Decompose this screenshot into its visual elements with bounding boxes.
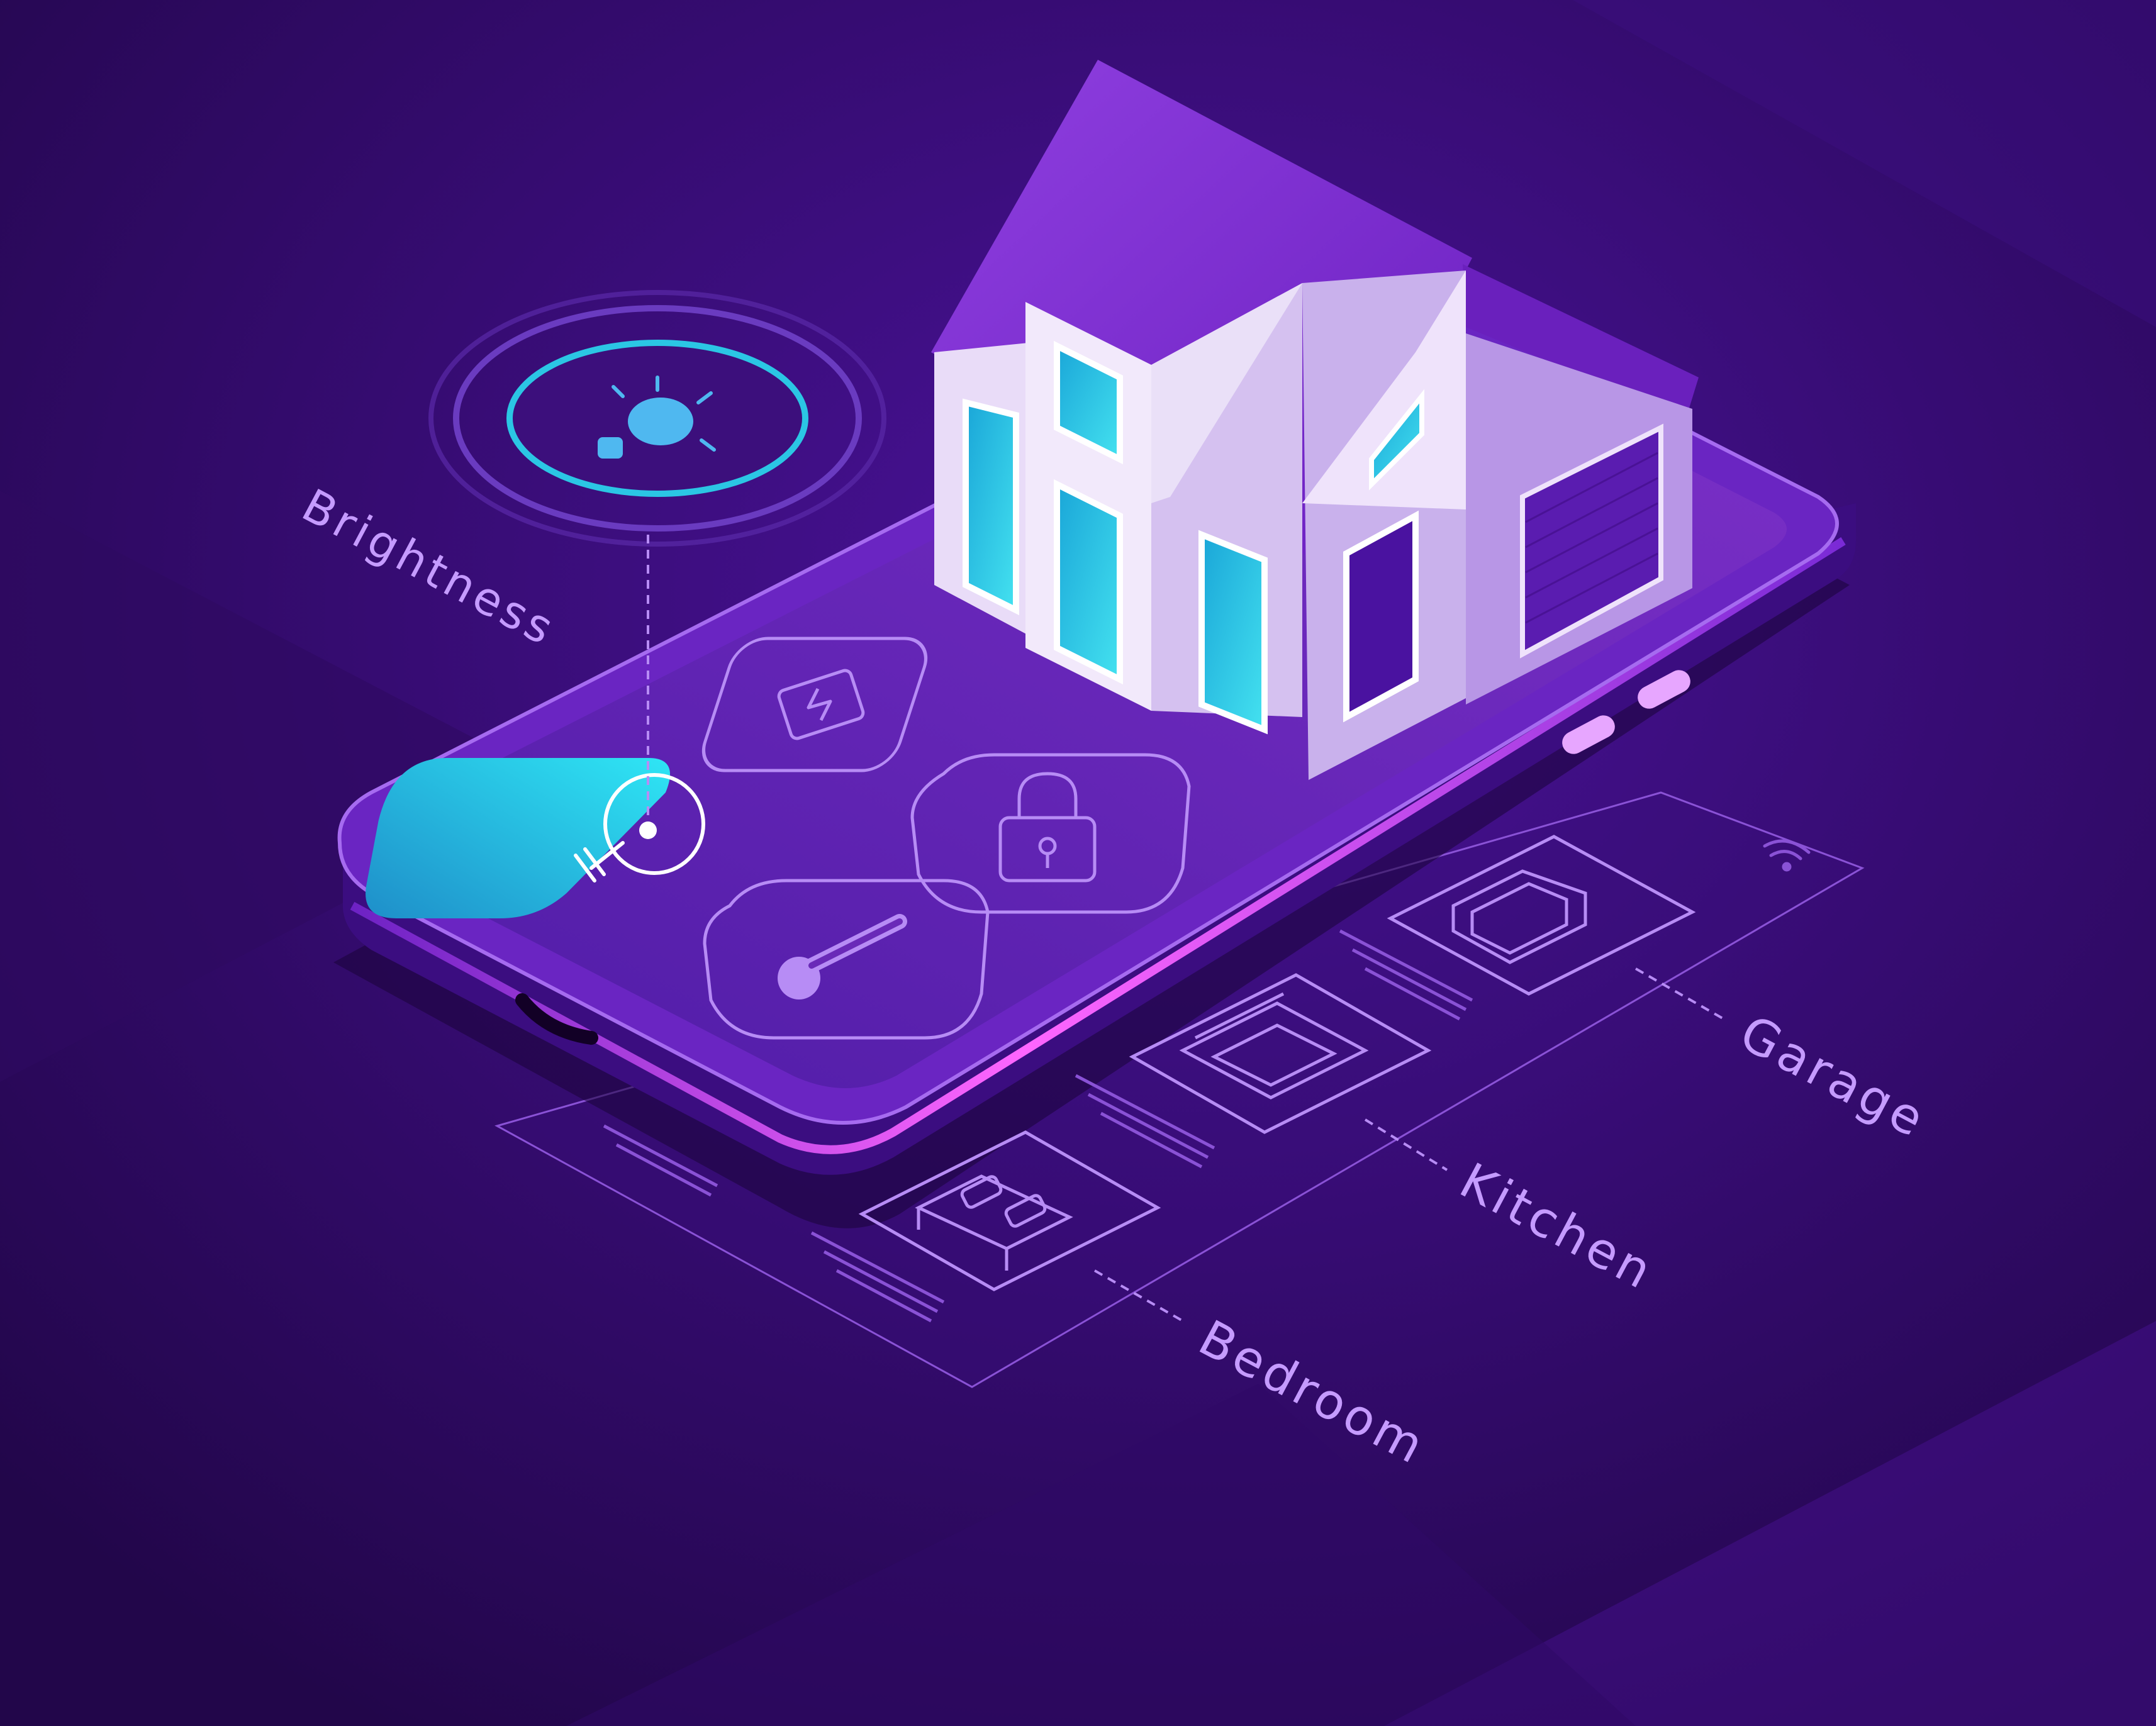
window — [1054, 479, 1123, 685]
smart-home-illustration: Brightness Garage Kitchen Bedroom — [0, 0, 2156, 1726]
window — [1198, 530, 1268, 735]
window — [963, 398, 1019, 616]
front-door — [1343, 510, 1419, 723]
tap-glow — [639, 821, 657, 839]
